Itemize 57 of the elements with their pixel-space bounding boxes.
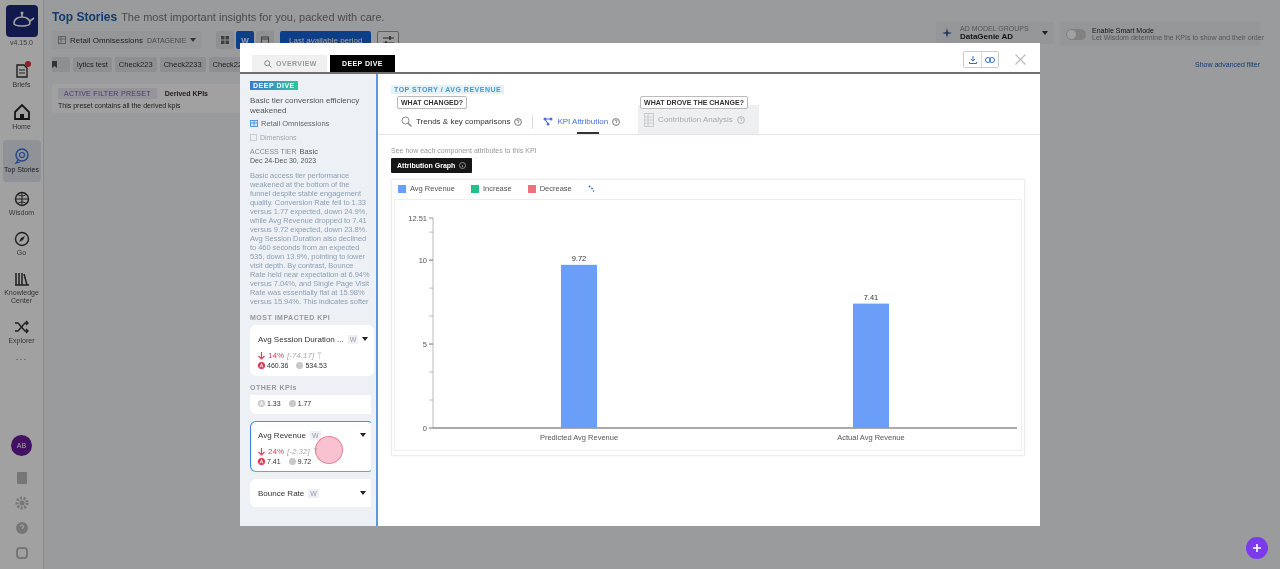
- caret-icon: [1042, 31, 1048, 35]
- help-icon: [736, 115, 745, 124]
- smart-mode-toggle[interactable]: [1066, 28, 1086, 40]
- flag-icon: [312, 448, 318, 455]
- bookmark-icon: [52, 60, 57, 68]
- shuffle-icon: [13, 319, 30, 335]
- view-toggle[interactable]: [216, 31, 234, 49]
- search-icon: [264, 59, 272, 68]
- calendar-icon: [261, 36, 269, 44]
- globe-icon: [13, 191, 30, 207]
- caret-icon: [190, 38, 197, 42]
- arrow-down-icon: [258, 447, 265, 456]
- help-icon: [612, 117, 621, 126]
- analysis-tab[interactable]: Trends & key comparisons: [395, 109, 529, 134]
- link-icon: [985, 56, 995, 63]
- change-percent: 24%: [268, 447, 284, 456]
- expected-icon: [288, 458, 296, 465]
- flag-icon: [317, 352, 323, 359]
- expected-icon: [288, 400, 296, 407]
- books-icon: [13, 271, 30, 287]
- copy-link-button[interactable]: [981, 52, 998, 67]
- kpi-name: Avg Revenue: [258, 430, 306, 440]
- sliders-icon: [382, 35, 394, 45]
- caret-icon[interactable]: [360, 433, 366, 437]
- bookmark-dropdown[interactable]: [52, 56, 70, 72]
- change-delta: [-2.32]: [287, 447, 310, 456]
- change-delta: [-74.17]: [287, 351, 315, 360]
- app-logo: [5, 5, 38, 37]
- plus-icon: [1252, 543, 1262, 553]
- analysis-tab[interactable]: KPI Attribution: [537, 109, 627, 134]
- graph-icon: [543, 117, 554, 126]
- home-icon: [12, 103, 31, 121]
- kpi-name: Bounce Rate: [258, 488, 305, 498]
- table-icon: [250, 120, 258, 127]
- expected-icon: [296, 362, 304, 369]
- caret-icon[interactable]: [360, 491, 366, 495]
- compass-icon: [13, 231, 30, 247]
- speech-bubble-icon: [13, 148, 30, 164]
- page-title: Top Stories: [52, 10, 118, 24]
- kpi-name: Avg Session Duration ...: [258, 334, 344, 344]
- grid-icon: [221, 36, 229, 44]
- table-icon: [644, 112, 655, 127]
- document-icon: [13, 63, 30, 79]
- sparkle-icon: [942, 28, 952, 38]
- arrow-down-icon: [258, 351, 265, 360]
- download-icon: [968, 55, 977, 64]
- magnifier-icon: [401, 116, 412, 127]
- story-title: Basic tier conversion efficiency weakened: [250, 96, 361, 116]
- table-icon: [58, 36, 66, 44]
- page-subtitle: The most important insights for you, packed with care.: [121, 11, 385, 23]
- change-percent: 14%: [268, 351, 284, 360]
- more-menu[interactable]: ···: [15, 354, 28, 364]
- help-icon: [514, 117, 523, 126]
- caret-icon[interactable]: [362, 337, 369, 341]
- close-icon: [1015, 54, 1026, 65]
- cursor-highlight: [315, 436, 343, 464]
- info-icon: [459, 162, 467, 169]
